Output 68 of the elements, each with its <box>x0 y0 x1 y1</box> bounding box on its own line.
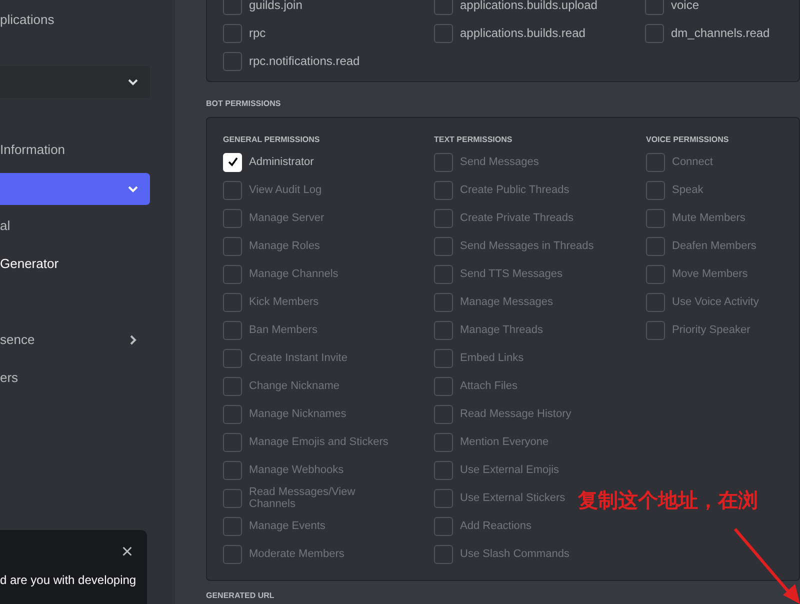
checkbox-label: Create Private Threads <box>460 212 574 224</box>
checkbox-label: Read Messages/View Channels <box>249 486 356 510</box>
checkbox-label: voice <box>671 0 700 14</box>
checkbox-label: Moderate Members <box>249 548 344 560</box>
section-heading: BOT PERMISSIONS <box>206 98 282 110</box>
checkbox-label: Use Slash Commands <box>460 548 570 560</box>
checkbox-label: Ban Members <box>249 324 318 336</box>
checkbox-label: Priority Speaker <box>672 324 750 336</box>
checkbox-label: Create Public Threads <box>460 184 570 196</box>
checkbox-label: Attach Files <box>460 380 518 392</box>
checkbox-label: Use External Emojis <box>460 464 560 476</box>
column-heading: VOICE PERMISSIONS <box>646 134 730 146</box>
checkbox-label: Manage Roles <box>249 240 320 252</box>
column-heading: TEXT PERMISSIONS <box>434 134 514 146</box>
checkbox-label: Manage Threads <box>460 324 543 336</box>
checkbox-label: Mute Members <box>672 212 746 224</box>
checkbox-label: Send TTS Messages <box>460 268 563 280</box>
checkbox[interactable] <box>223 52 242 70</box>
checkbox-label: Use External Stickers <box>460 492 566 504</box>
checkbox-label: Administrator <box>249 156 314 168</box>
checkbox-label: Create Instant Invite <box>249 352 348 364</box>
sidebar-item[interactable]: plications <box>0 10 150 30</box>
checkbox[interactable] <box>434 0 453 14</box>
checkbox-label: guilds.join <box>249 0 302 14</box>
checkbox-label: Manage Emojis and Stickers <box>249 436 388 448</box>
sidebar-item[interactable]: Information <box>0 140 150 160</box>
checkbox-label: Mention Everyone <box>460 436 549 448</box>
checkbox[interactable] <box>223 0 242 14</box>
checkbox-label: Move Members <box>672 268 748 280</box>
checkbox-label: Send Messages <box>460 156 539 168</box>
checkbox-label: Connect <box>672 156 713 168</box>
checkbox-label: Deafen Members <box>672 240 756 252</box>
checkbox-label: Manage Events <box>249 520 326 532</box>
dropdown[interactable] <box>0 66 150 98</box>
checkbox[interactable] <box>645 24 664 42</box>
checkbox-label: rpc.notifications.read <box>249 53 360 70</box>
checkbox-label: Add Reactions <box>460 520 532 532</box>
checkbox-label: Read Message History <box>460 408 572 420</box>
checkbox-label: rpc <box>249 25 266 42</box>
sidebar-item[interactable]: ers <box>0 368 150 388</box>
checkbox[interactable] <box>223 24 242 42</box>
checkbox-label: Embed Links <box>460 352 524 364</box>
checkbox-label: Use Voice Activity <box>672 296 759 308</box>
dropdown[interactable] <box>0 173 150 205</box>
checkbox-label: Manage Channels <box>249 268 338 280</box>
close-button[interactable]: × <box>121 542 133 562</box>
checkbox[interactable] <box>434 24 453 42</box>
sidebar-item[interactable]: Generator <box>0 254 150 274</box>
checkbox-label: View Audit Log <box>249 184 322 196</box>
section-heading: GENERATED URL <box>206 591 276 601</box>
annotation-text: 复制这个地址，在浏 <box>578 488 758 514</box>
checkbox-label: Manage Messages <box>460 296 553 308</box>
checkbox-label: dm_channels.read <box>671 25 770 42</box>
checkbox-label: Manage Nicknames <box>249 408 346 420</box>
checkbox-label: Manage Webhooks <box>249 464 344 476</box>
checkbox-label: Send Messages in Threads <box>460 240 594 252</box>
popup-text: d are you with developing <box>0 572 136 589</box>
checkmark-icon <box>226 155 240 169</box>
checkbox-label: Speak <box>672 184 704 196</box>
sidebar-item[interactable]: sence <box>0 330 150 350</box>
checkbox-label: Manage Server <box>249 212 324 224</box>
column-heading: GENERAL PERMISSIONS <box>223 134 321 146</box>
checkbox-label: Kick Members <box>249 296 319 308</box>
checkbox[interactable] <box>645 0 664 14</box>
checkbox-label: applications.builds.upload <box>460 0 598 14</box>
checkbox-label: applications.builds.read <box>460 25 586 42</box>
sidebar-item[interactable]: al <box>0 216 150 236</box>
checkbox-label: Change Nickname <box>249 380 340 392</box>
